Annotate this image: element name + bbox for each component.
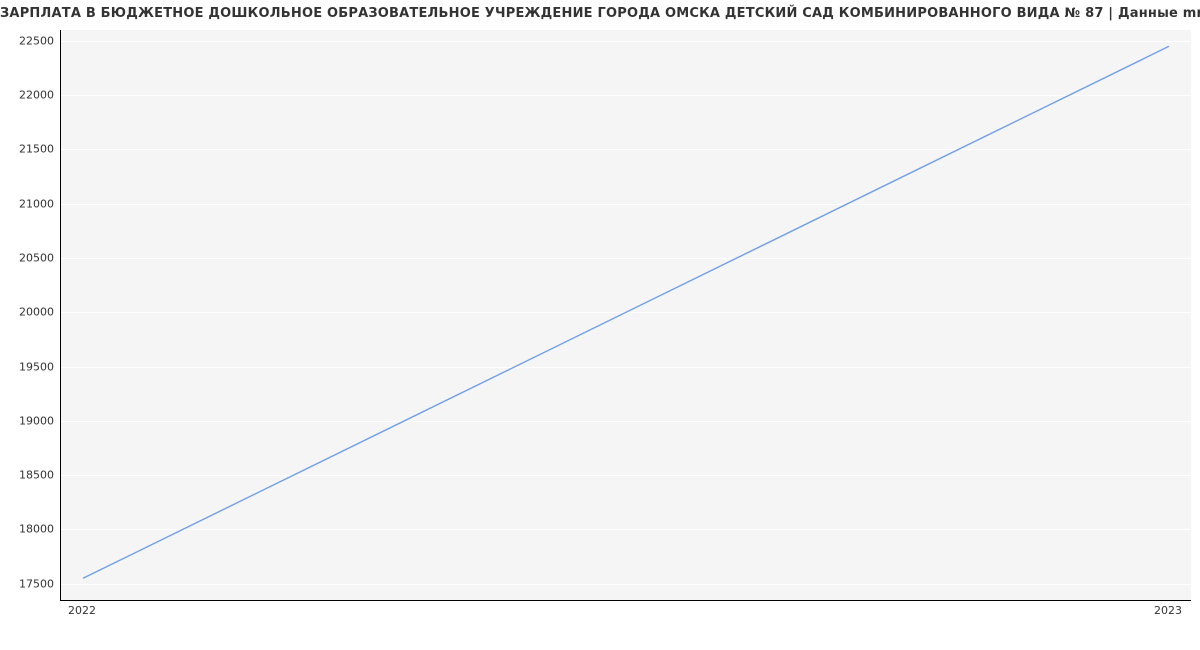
y-tick-label: 20000 bbox=[9, 306, 54, 319]
plot-area bbox=[60, 30, 1191, 601]
y-tick-label: 20500 bbox=[9, 252, 54, 265]
y-tick-label: 19000 bbox=[9, 414, 54, 427]
y-tick-label: 21500 bbox=[9, 143, 54, 156]
y-tick-label: 18500 bbox=[9, 469, 54, 482]
chart-container: ЗАРПЛАТА В БЮДЖЕТНОЕ ДОШКОЛЬНОЕ ОБРАЗОВА… bbox=[0, 0, 1200, 650]
y-tick-label: 19500 bbox=[9, 360, 54, 373]
line-series bbox=[61, 30, 1191, 600]
x-tick-label: 2023 bbox=[1154, 604, 1182, 617]
y-tick-label: 22000 bbox=[9, 89, 54, 102]
y-tick-label: 17500 bbox=[9, 577, 54, 590]
x-tick-label: 2022 bbox=[68, 604, 96, 617]
y-tick-label: 21000 bbox=[9, 197, 54, 210]
chart-title: ЗАРПЛАТА В БЮДЖЕТНОЕ ДОШКОЛЬНОЕ ОБРАЗОВА… bbox=[0, 6, 1192, 21]
y-tick-label: 18000 bbox=[9, 523, 54, 536]
y-tick-label: 22500 bbox=[9, 34, 54, 47]
